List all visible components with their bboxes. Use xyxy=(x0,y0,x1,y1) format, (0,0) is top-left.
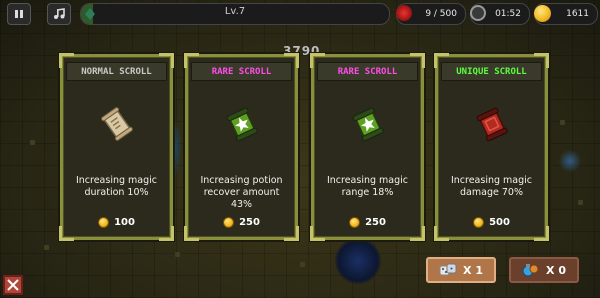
scroll-card-3[interactable]: RARE SCROLL Increasing magic range 18% 2… xyxy=(310,53,425,241)
gold-coin-icon xyxy=(473,217,485,228)
potion-icon xyxy=(522,264,539,277)
card-price: 100 xyxy=(63,217,170,228)
close-icon xyxy=(7,279,19,291)
price-value: 250 xyxy=(239,217,260,228)
paper-scroll-icon xyxy=(100,107,133,141)
music-button[interactable] xyxy=(47,3,71,25)
price-value: 250 xyxy=(365,217,386,228)
card-title: UNIQUE SCROLL xyxy=(441,62,542,81)
scroll-card-4[interactable]: UNIQUE SCROLL Increasing magic damage 70… xyxy=(434,53,549,241)
gold-coin-icon xyxy=(223,217,235,228)
price-value: 500 xyxy=(489,217,510,228)
gold-coin-icon xyxy=(349,217,361,228)
card-price: 500 xyxy=(438,217,545,228)
pause-icon xyxy=(15,10,23,18)
kill-count: 9 / 500 xyxy=(425,9,457,19)
pause-button[interactable] xyxy=(7,3,31,25)
kill-counter: 9 / 500 xyxy=(396,3,466,25)
potion-button[interactable]: X 0 xyxy=(509,257,579,283)
potion-count: X 0 xyxy=(546,263,566,277)
card-description: Increasing potion recover amount 43% xyxy=(200,175,283,210)
dice-icon xyxy=(439,263,457,276)
close-button[interactable] xyxy=(3,275,23,295)
gold-coin-icon xyxy=(98,217,110,228)
reroll-button[interactable]: X 1 xyxy=(426,257,496,283)
price-value: 100 xyxy=(114,217,135,228)
gold-value: 1611 xyxy=(566,9,589,19)
gold-counter: 1611 xyxy=(534,3,598,25)
clock-icon xyxy=(470,5,486,21)
card-description: Increasing magic range 18% xyxy=(326,175,409,198)
reroll-count: X 1 xyxy=(463,263,483,277)
timer-value: 01:52 xyxy=(495,9,521,19)
level-label: Lv.7 xyxy=(224,6,246,17)
card-description: Increasing magic duration 10% xyxy=(75,175,158,198)
scroll-card-2[interactable]: RARE SCROLL Increasing potion recover am… xyxy=(184,53,299,241)
scroll-card-1[interactable]: NORMAL SCROLL Increasing magic duration … xyxy=(59,53,174,241)
card-title: NORMAL SCROLL xyxy=(66,62,167,81)
timer: 01:52 xyxy=(470,3,530,25)
card-price: 250 xyxy=(188,217,295,228)
enemy-skull-icon xyxy=(396,5,412,21)
card-price: 250 xyxy=(314,217,421,228)
card-title: RARE SCROLL xyxy=(317,62,418,81)
gold-coin-icon xyxy=(534,5,551,22)
music-icon xyxy=(54,8,65,19)
red-scroll-icon xyxy=(476,107,508,141)
green-scroll-icon xyxy=(352,107,384,141)
green-scroll-icon xyxy=(226,107,258,141)
experience-bar: Lv.7 xyxy=(80,3,390,25)
card-title: RARE SCROLL xyxy=(191,62,292,81)
card-description: Increasing magic damage 70% xyxy=(450,175,533,198)
